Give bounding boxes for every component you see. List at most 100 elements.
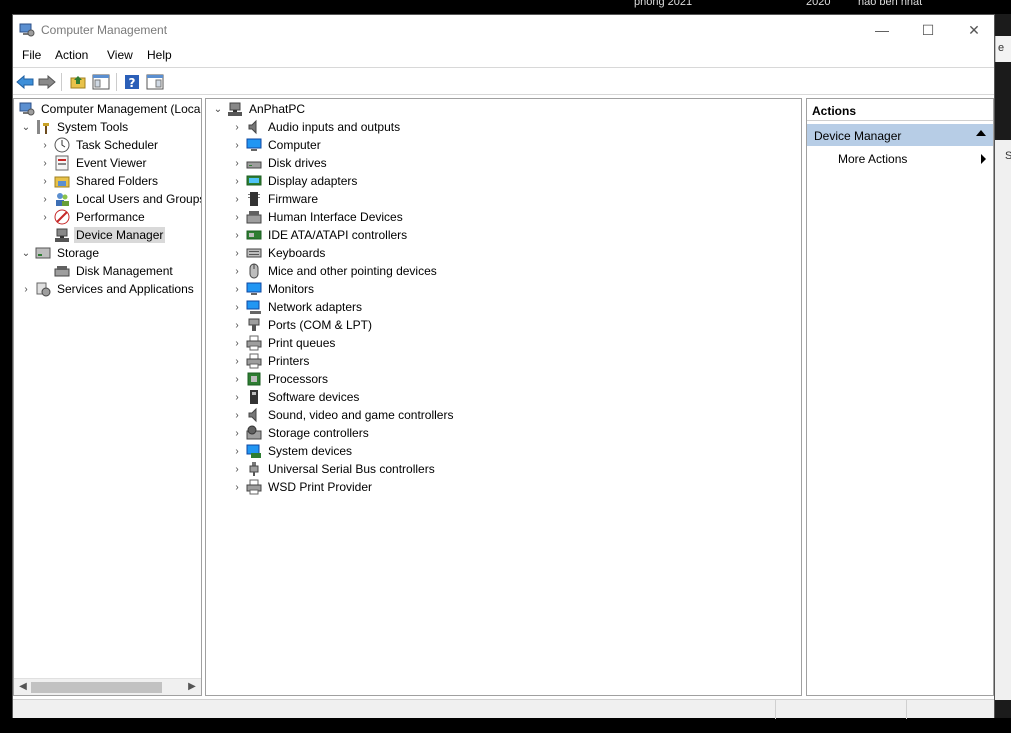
- navigation-tree-pane[interactable]: Computer Management (Local ⌄ System Tools ›…: [13, 98, 202, 696]
- device-category-printers[interactable]: › Printers: [230, 352, 311, 370]
- device-category-system-devices[interactable]: › System devices: [230, 442, 354, 460]
- collapsed-chevron-icon[interactable]: ›: [230, 370, 244, 388]
- device-category-display-adapters[interactable]: › Display adapters: [230, 172, 359, 190]
- tree-item-label: Firmware: [268, 192, 318, 206]
- device-category-computer[interactable]: › Computer: [230, 136, 323, 154]
- device-category-software-devices[interactable]: › Software devices: [230, 388, 361, 406]
- collapsed-chevron-icon[interactable]: ›: [230, 226, 244, 244]
- back-arrow-icon[interactable]: [15, 72, 35, 92]
- collapsed-chevron-icon[interactable]: ›: [230, 190, 244, 208]
- computer-icon: [246, 137, 262, 153]
- device-category-wsd-print-provider[interactable]: › WSD Print Provider: [230, 478, 374, 496]
- tree-item-label: Universal Serial Bus controllers: [268, 462, 435, 476]
- device-category-disk-drives[interactable]: › Disk drives: [230, 154, 329, 172]
- show-hide-action-pane-icon[interactable]: [145, 72, 165, 92]
- usb-icon: [246, 461, 262, 477]
- event-viewer-icon: [54, 155, 70, 171]
- storage-controller-icon: [246, 425, 262, 441]
- device-category-print-queues[interactable]: › Print queues: [230, 334, 337, 352]
- device-category-keyboards[interactable]: › Keyboards: [230, 244, 327, 262]
- collapsed-chevron-icon[interactable]: ›: [230, 208, 244, 226]
- tree-item-device-manager[interactable]: Device Manager: [38, 226, 166, 244]
- up-folder-icon[interactable]: [68, 72, 88, 92]
- menu-view[interactable]: View: [107, 48, 133, 62]
- collapsed-chevron-icon[interactable]: ›: [38, 154, 52, 172]
- collapse-up-icon[interactable]: [976, 130, 986, 136]
- device-category-human-interface-devices[interactable]: › Human Interface Devices: [230, 208, 405, 226]
- collapsed-chevron-icon[interactable]: ›: [230, 478, 244, 496]
- actions-section-device-manager[interactable]: Device Manager: [807, 124, 993, 146]
- scroll-right-icon[interactable]: ▶: [185, 681, 199, 695]
- menu-help[interactable]: Help: [147, 48, 172, 62]
- horizontal-scrollbar[interactable]: ◀ ▶: [14, 678, 201, 695]
- collapsed-chevron-icon[interactable]: ›: [230, 244, 244, 262]
- forward-arrow-icon[interactable]: [37, 72, 57, 92]
- device-category-universal-serial-bus-controllers[interactable]: › Universal Serial Bus controllers: [230, 460, 437, 478]
- background-window-fragment: e: [995, 36, 1011, 62]
- collapsed-chevron-icon[interactable]: ›: [230, 406, 244, 424]
- expanded-chevron-icon[interactable]: ⌄: [19, 118, 33, 136]
- device-category-mice-and-other-pointing-devices[interactable]: › Mice and other pointing devices: [230, 262, 439, 280]
- maximize-button[interactable]: ☐: [905, 15, 951, 45]
- device-category-firmware[interactable]: › Firmware: [230, 190, 320, 208]
- collapsed-chevron-icon[interactable]: ›: [230, 280, 244, 298]
- collapsed-chevron-icon[interactable]: ›: [230, 442, 244, 460]
- show-hide-tree-icon[interactable]: [91, 72, 111, 92]
- more-actions-item[interactable]: More Actions: [807, 149, 993, 169]
- device-category-ports-com-lpt[interactable]: › Ports (COM & LPT): [230, 316, 374, 334]
- tree-item-event-viewer[interactable]: › Event Viewer: [38, 154, 148, 172]
- tree-item-label: Disk drives: [268, 156, 327, 170]
- tree-item-local-users-and-groups[interactable]: › Local Users and Groups: [38, 190, 201, 208]
- tree-item-services-and-applications[interactable]: › Services and Applications: [19, 280, 196, 298]
- device-tree-root[interactable]: ⌄ AnPhatPC: [211, 100, 307, 118]
- device-tree-pane[interactable]: ⌄ AnPhatPC › Audio inputs and outputs › Compu…: [205, 98, 802, 696]
- tree-item-label: IDE ATA/ATAPI controllers: [268, 228, 408, 242]
- scroll-left-icon[interactable]: ◀: [16, 681, 30, 695]
- tree-item-disk-management[interactable]: Disk Management: [38, 262, 175, 280]
- collapsed-chevron-icon[interactable]: ›: [19, 280, 33, 298]
- tree-item-label: Network adapters: [268, 300, 363, 314]
- device-category-processors[interactable]: › Processors: [230, 370, 330, 388]
- help-icon[interactable]: ?: [122, 72, 142, 92]
- tree-item-system-tools[interactable]: ⌄ System Tools: [19, 118, 130, 136]
- collapsed-chevron-icon[interactable]: ›: [230, 118, 244, 136]
- collapsed-chevron-icon[interactable]: ›: [230, 316, 244, 334]
- collapsed-chevron-icon[interactable]: ›: [38, 136, 52, 154]
- collapsed-chevron-icon[interactable]: ›: [230, 334, 244, 352]
- collapsed-chevron-icon[interactable]: ›: [230, 136, 244, 154]
- minimize-button[interactable]: —: [859, 15, 905, 45]
- device-category-audio-inputs-and-outputs[interactable]: › Audio inputs and outputs: [230, 118, 402, 136]
- scrollbar-thumb[interactable]: [31, 682, 162, 693]
- menu-action[interactable]: Action: [55, 48, 88, 62]
- tree-item-shared-folders[interactable]: › Shared Folders: [38, 172, 160, 190]
- tree-item-task-scheduler[interactable]: › Task Scheduler: [38, 136, 160, 154]
- clock-icon: [54, 137, 70, 153]
- device-category-ide-ata-atapi-controllers[interactable]: › IDE ATA/ATAPI controllers: [230, 226, 409, 244]
- collapsed-chevron-icon[interactable]: ›: [230, 460, 244, 478]
- device-category-sound-video-and-game-controllers[interactable]: › Sound, video and game controllers: [230, 406, 455, 424]
- collapsed-chevron-icon[interactable]: ›: [38, 208, 52, 226]
- collapsed-chevron-icon[interactable]: ›: [230, 388, 244, 406]
- collapsed-chevron-icon[interactable]: ›: [230, 262, 244, 280]
- collapsed-chevron-icon[interactable]: ›: [230, 154, 244, 172]
- close-button[interactable]: ✕: [951, 15, 997, 45]
- device-category-network-adapters[interactable]: › Network adapters: [230, 298, 364, 316]
- collapsed-chevron-icon[interactable]: ›: [230, 424, 244, 442]
- expanded-chevron-icon[interactable]: ⌄: [211, 100, 225, 118]
- tree-item-label: Device Manager: [74, 227, 166, 243]
- collapsed-chevron-icon[interactable]: ›: [230, 298, 244, 316]
- collapsed-chevron-icon[interactable]: ›: [230, 352, 244, 370]
- device-category-storage-controllers[interactable]: › Storage controllers: [230, 424, 371, 442]
- tree-item-computer-management-local[interactable]: Computer Management (Local: [14, 100, 201, 118]
- tree-item-storage[interactable]: ⌄ Storage: [19, 244, 101, 262]
- collapsed-chevron-icon[interactable]: ›: [230, 172, 244, 190]
- computer-management-window: Computer Management — ☐ ✕ File Action Vi…: [12, 14, 995, 719]
- collapsed-chevron-icon[interactable]: ›: [38, 172, 52, 190]
- tree-item-performance[interactable]: › Performance: [38, 208, 147, 226]
- expanded-chevron-icon[interactable]: ⌄: [19, 244, 33, 262]
- computer-management-app-icon[interactable]: [19, 22, 35, 38]
- menu-file[interactable]: File: [22, 48, 41, 62]
- title-bar[interactable]: Computer Management — ☐ ✕: [13, 15, 994, 45]
- device-category-monitors[interactable]: › Monitors: [230, 280, 316, 298]
- collapsed-chevron-icon[interactable]: ›: [38, 190, 52, 208]
